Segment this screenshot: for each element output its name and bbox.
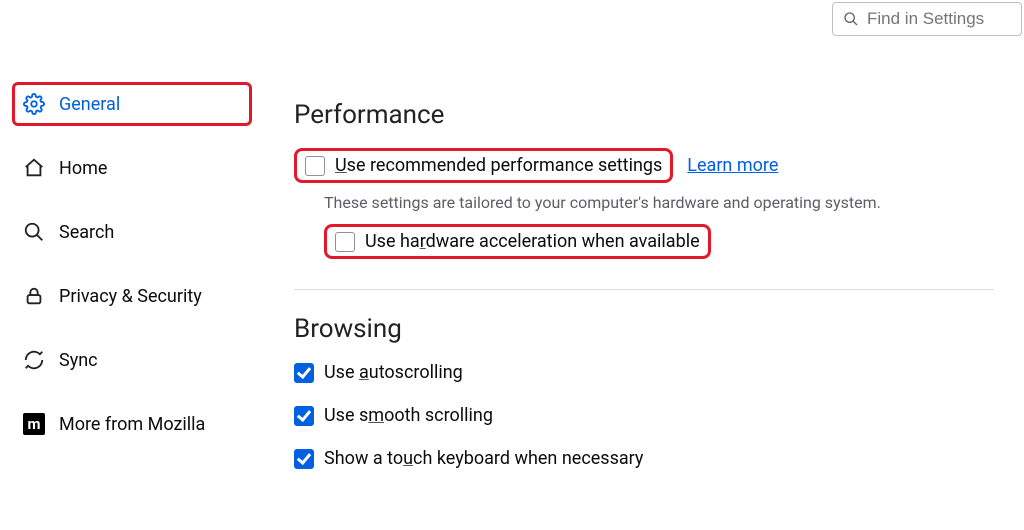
sidebar-item-search[interactable]: Search: [12, 210, 252, 254]
use-recommended-row: Use recommended performance settings Lea…: [294, 148, 994, 183]
search-icon: [23, 221, 45, 243]
use-recommended-checkbox[interactable]: [305, 156, 325, 176]
search-input[interactable]: [867, 9, 1011, 29]
sidebar-item-sync[interactable]: Sync: [12, 338, 252, 382]
lock-icon: [23, 285, 45, 307]
autoscroll-label: Use autoscrolling: [324, 362, 463, 383]
mozilla-icon: m: [23, 413, 45, 435]
sidebar-item-label: Search: [59, 222, 114, 243]
hw-accel-label: Use hardware acceleration when available: [365, 231, 700, 252]
use-recommended-highlight: Use recommended performance settings: [294, 148, 673, 183]
performance-heading: Performance: [294, 100, 994, 130]
sidebar-item-general[interactable]: General: [12, 82, 252, 126]
smoothscroll-label: Use smooth scrolling: [324, 405, 493, 426]
search-container: [832, 2, 1022, 36]
hw-accel-checkbox[interactable]: [335, 232, 355, 252]
use-recommended-label: Use recommended performance settings: [335, 155, 662, 176]
search-box[interactable]: [832, 2, 1022, 36]
touchkbd-label: Show a touch keyboard when necessary: [324, 448, 643, 469]
touchkbd-row: Show a touch keyboard when necessary: [294, 448, 994, 469]
learn-more-link[interactable]: Learn more: [687, 155, 778, 176]
sync-icon: [23, 349, 45, 371]
section-divider: [294, 289, 994, 290]
touchkbd-checkbox[interactable]: [294, 449, 314, 469]
sidebar-item-label: Privacy & Security: [59, 286, 202, 307]
smoothscroll-checkbox[interactable]: [294, 406, 314, 426]
sidebar-item-home[interactable]: Home: [12, 146, 252, 190]
sidebar-item-label: General: [59, 94, 120, 115]
gear-icon: [23, 93, 45, 115]
home-icon: [23, 157, 45, 179]
hw-accel-highlight: Use hardware acceleration when available: [324, 224, 711, 259]
performance-desc: These settings are tailored to your comp…: [324, 193, 994, 212]
sidebar-item-privacy[interactable]: Privacy & Security: [12, 274, 252, 318]
sidebar-item-label: More from Mozilla: [59, 414, 205, 435]
sidebar-item-more-mozilla[interactable]: m More from Mozilla: [12, 402, 252, 446]
autoscroll-checkbox[interactable]: [294, 363, 314, 383]
search-icon: [843, 11, 859, 27]
sidebar-item-label: Sync: [59, 350, 98, 371]
browsing-heading: Browsing: [294, 314, 994, 344]
content: Performance Use recommended performance …: [294, 100, 994, 491]
sidebar: General Home Search Privacy & Security S…: [12, 82, 252, 466]
smoothscroll-row: Use smooth scrolling: [294, 405, 994, 426]
sidebar-item-label: Home: [59, 158, 107, 179]
hw-accel-row: Use hardware acceleration when available: [324, 224, 994, 259]
autoscroll-row: Use autoscrolling: [294, 362, 994, 383]
